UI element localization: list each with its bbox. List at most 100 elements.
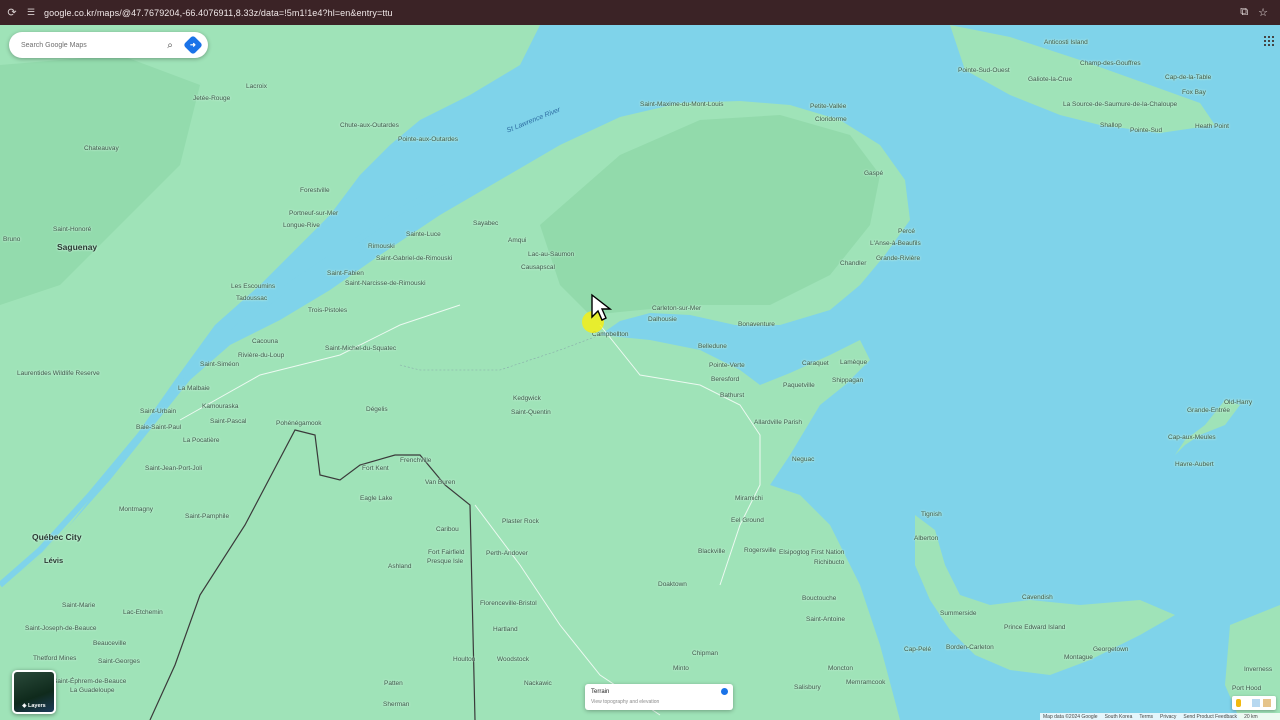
place-label[interactable]: Saint-Jean-Port-Joli (145, 465, 202, 472)
place-label[interactable]: Saint-Michel-du-Squatec (325, 345, 396, 352)
place-label[interactable]: Québec City (32, 532, 82, 542)
place-label[interactable]: Saint-Joseph-de-Beauce (25, 625, 97, 632)
place-label[interactable]: Sainte-Luce (406, 231, 441, 238)
google-apps-icon[interactable] (1264, 36, 1274, 46)
place-label[interactable]: Eagle Lake (360, 495, 393, 502)
place-label[interactable]: Baie-Saint-Paul (136, 424, 181, 431)
place-label[interactable]: Ashland (388, 563, 412, 570)
place-label[interactable]: Neguac (792, 456, 814, 463)
place-label[interactable]: Cloridorme (815, 116, 847, 123)
place-label[interactable]: Saint-Maxime-du-Mont-Louis (640, 101, 723, 108)
place-label[interactable]: Galiote-la-Crue (1028, 76, 1072, 83)
place-label[interactable]: Perth-Andover (486, 550, 528, 557)
place-label[interactable]: Port Hood (1232, 685, 1261, 692)
place-label[interactable]: Saint-Pascal (210, 418, 247, 425)
place-label[interactable]: Lac-au-Saumon (528, 251, 574, 258)
place-label[interactable]: Elsipogtog First Nation (779, 549, 844, 556)
place-label[interactable]: Old-Harry (1224, 399, 1252, 406)
imagery-thumbnail[interactable] (1263, 699, 1271, 707)
place-label[interactable]: Cap-aux-Meules (1168, 434, 1216, 441)
place-label[interactable]: Cap-Pelé (904, 646, 931, 653)
terrain-toggle[interactable] (721, 688, 728, 695)
place-label[interactable]: Alberton (914, 535, 938, 542)
place-label[interactable]: La Guadeloupe (70, 687, 114, 694)
place-label[interactable]: Saint-Pamphile (185, 513, 229, 520)
place-label[interactable]: Bruno (3, 236, 20, 243)
place-label[interactable]: Miramichi (735, 495, 763, 502)
place-label[interactable]: Portneuf-sur-Mer (289, 210, 338, 217)
place-label[interactable]: Gaspé (864, 170, 883, 177)
place-label[interactable]: Grande-Rivière (876, 255, 920, 262)
place-label[interactable]: Summerside (940, 610, 976, 617)
place-label[interactable]: Fort Kent (362, 465, 389, 472)
place-label[interactable]: Patten (384, 680, 403, 687)
place-label[interactable]: Champ-des-Gouffres (1080, 60, 1141, 67)
place-label[interactable]: Saint-Urbain (140, 408, 176, 415)
privacy-link[interactable]: Privacy (1160, 714, 1176, 720)
place-label[interactable]: Tadoussac (236, 295, 267, 302)
place-label[interactable]: Allardville Parish (754, 419, 802, 426)
place-label[interactable]: Saint-Honoré (53, 226, 91, 233)
place-label[interactable]: Cap-de-la-Table (1165, 74, 1211, 81)
place-label[interactable]: Saint-Georges (98, 658, 140, 665)
place-label[interactable]: Presque Isle (427, 558, 463, 565)
place-label[interactable]: Pointe-Sud (1130, 127, 1162, 134)
place-label[interactable]: Kedgwick (513, 395, 541, 402)
place-label[interactable]: Les Escoumins (231, 283, 275, 290)
place-label[interactable]: Paquetville (783, 382, 815, 389)
place-label[interactable]: Pointe-aux-Outardes (398, 136, 458, 143)
place-label[interactable]: La Source-de-Saumure-de-la-Chaloupe (1063, 101, 1177, 108)
place-label[interactable]: Shippagan (832, 377, 863, 384)
country-link[interactable]: South Korea (1105, 714, 1133, 720)
place-label[interactable]: Sayabec (473, 220, 498, 227)
place-label[interactable]: Fox Bay (1182, 89, 1206, 96)
place-label[interactable]: La Pocatière (183, 437, 220, 444)
search-icon[interactable]: ⌕ (160, 40, 180, 51)
map-canvas[interactable]: St Lawrence River Anticosti Island Champ… (0, 25, 1280, 720)
place-label[interactable]: Jetée-Rouge (193, 95, 230, 102)
place-label[interactable]: Borden-Carleton (946, 644, 994, 651)
directions-icon[interactable]: ➜ (183, 35, 203, 55)
install-app-icon[interactable]: ⧉ (1240, 6, 1248, 19)
place-label[interactable]: Saint-Gabriel-de-Rimouski (376, 255, 452, 262)
imagery-thumbnail[interactable] (1252, 699, 1260, 707)
place-label[interactable]: Memramcook (846, 679, 885, 686)
place-label[interactable]: Frenchville (400, 457, 431, 464)
place-label[interactable]: Bathurst (720, 392, 744, 399)
place-label[interactable]: Nackawic (524, 680, 552, 687)
place-label[interactable]: Chute-aux-Outardes (340, 122, 399, 129)
place-label[interactable]: Chateauvay (84, 145, 119, 152)
layers-button[interactable]: ◈ Layers (12, 670, 56, 714)
place-label[interactable]: L'Anse-à-Beaufils (870, 240, 921, 247)
place-label[interactable]: Montague (1064, 654, 1093, 661)
place-label[interactable]: Petite-Vallée (810, 103, 846, 110)
place-label[interactable]: Forestville (300, 187, 330, 194)
place-label[interactable]: Montmagny (119, 506, 153, 513)
place-label[interactable]: Saguenay (57, 242, 97, 252)
place-label[interactable]: La Malbaie (178, 385, 210, 392)
scale-bar[interactable]: 20 km (1244, 714, 1258, 720)
place-label[interactable]: Florenceville-Bristol (480, 600, 537, 607)
place-label[interactable]: Caribou (436, 526, 459, 533)
place-label[interactable]: Houlton (453, 656, 475, 663)
place-label[interactable]: Salisbury (794, 684, 821, 691)
place-label[interactable]: Dalhousie (648, 316, 677, 323)
place-label[interactable]: Thetford Mines (33, 655, 76, 662)
place-label[interactable]: Lacroix (246, 83, 267, 90)
place-label[interactable]: Lamèque (840, 359, 867, 366)
place-label[interactable]: Saint-Narcisse-de-Rimouski (345, 280, 426, 287)
place-label[interactable]: Kamouraska (202, 403, 239, 410)
place-label[interactable]: Chipman (692, 650, 718, 657)
place-label[interactable]: Saint-Marie (62, 602, 95, 609)
street-view-controls[interactable] (1232, 696, 1276, 710)
place-label[interactable]: Eel Ground (731, 517, 764, 524)
place-label[interactable]: Cacouna (252, 338, 278, 345)
place-label[interactable]: Tignish (921, 511, 942, 518)
place-label[interactable]: Minto (673, 665, 689, 672)
place-label[interactable]: Plaster Rock (502, 518, 539, 525)
place-label[interactable]: Trois-Pistoles (308, 307, 347, 314)
place-label[interactable]: Caraquet (802, 360, 829, 367)
place-label[interactable]: Beresford (711, 376, 739, 383)
place-label[interactable]: Grande-Entrée (1187, 407, 1230, 414)
place-label[interactable]: Cavendish (1022, 594, 1053, 601)
